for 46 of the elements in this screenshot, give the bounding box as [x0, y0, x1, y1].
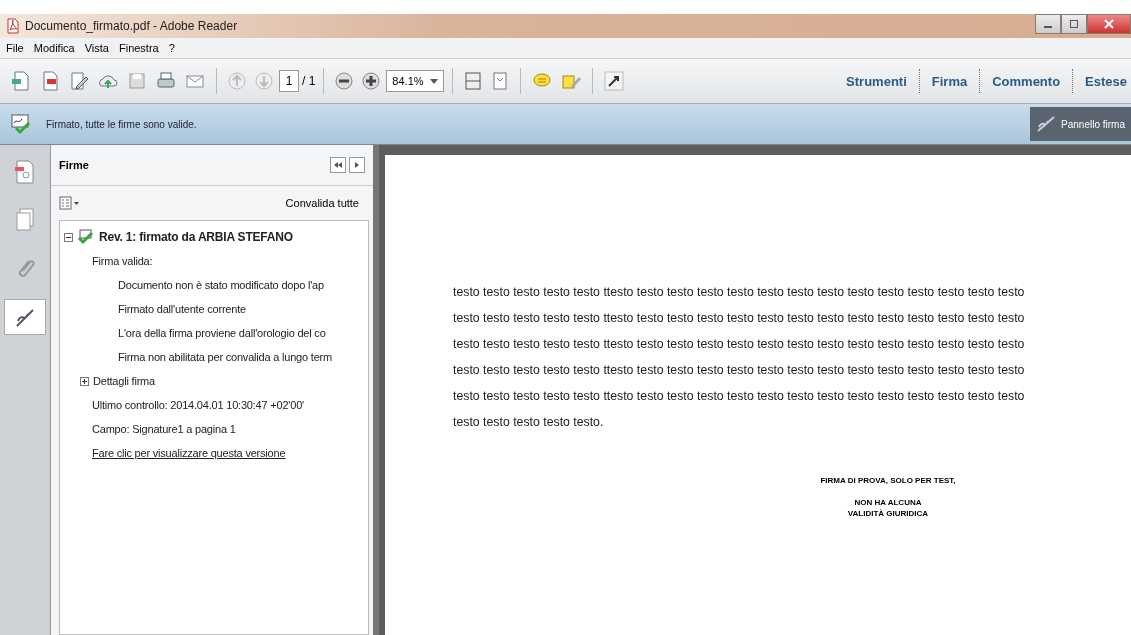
tree-item: L'ora della firma proviene dall'orologio del co [118, 327, 326, 339]
validate-all-button[interactable]: Convalida tutte [279, 196, 365, 210]
options-menu-icon[interactable] [59, 196, 81, 210]
menu-item[interactable]: Modifica [33, 42, 75, 54]
notification-message: Firmato, tutte le firme sono valide. [46, 118, 197, 130]
tree-item: Firma valida: [92, 255, 153, 267]
tree-item: Ultimo controllo: 2014.04.01 10:30:47 +02'00' [92, 399, 304, 411]
expand-right-icon[interactable] [349, 157, 365, 173]
document-paragraph: testo testo testo testo testo ttesto testo testo testo testo testo testo testo testo testo testo testo testo testo testo testo testo testo testo ttesto testo testo testo testo testo testo testo testo testo testo testo testo testo testo testo testo testo testo ttesto testo testo testo testo testo testo testo testo testo testo testo testo testo testo testo testo testo testo ttesto testo testo testo testo testo testo testo testo testo testo testo testo testo testo testo testo testo testo ttesto testo testo testo testo testo testo testo testo testo testo testo testo testo testo testo testo testo testo. [453, 284, 1026, 431]
tree-item[interactable]: Dettagli firma [93, 375, 155, 387]
pane-tab[interactable]: Strumenti [842, 73, 911, 89]
pane-tab[interactable]: Commento [988, 73, 1065, 89]
tree-item: Firmato dall'utente corrente [118, 303, 246, 315]
signature-check-icon [10, 113, 32, 135]
maximize-icon [1069, 19, 1079, 29]
signature-panel-button[interactable]: Pannello firma [1030, 107, 1131, 141]
pane-tab[interactable]: Firma [927, 73, 972, 89]
page-number-field[interactable]: 1 [279, 70, 299, 92]
panel-title: Firme [59, 159, 89, 171]
menu-item[interactable]: File [6, 42, 24, 54]
close-icon [1104, 19, 1114, 29]
collapse-icon[interactable] [64, 232, 73, 242]
pdf-icon [6, 18, 20, 34]
menu-item[interactable]: Finestra [118, 42, 159, 54]
caret-icon [429, 78, 438, 84]
signature-valid-icon [77, 229, 95, 245]
view-version-link[interactable]: Fare clic per visualizzare questa versione [92, 447, 286, 459]
signature-icon [1036, 115, 1057, 133]
menu-item[interactable]: ? [168, 42, 175, 54]
tree-item: Campo: Signature1 a pagina 1 [92, 423, 236, 435]
signature-stamp-text: FIRMA DI PROVA, SOLO PER TEST, NON HA ALCUNA VALIDITÀ GIURIDICA [819, 475, 957, 519]
close-button[interactable] [1087, 14, 1131, 34]
signature-icon[interactable] [4, 299, 46, 335]
expand-icon[interactable] [80, 376, 89, 386]
menu-item[interactable]: Vista [84, 42, 109, 54]
revision-title[interactable]: Rev. 1: firmato da ARBIA STEFANO [99, 230, 293, 244]
maximize-button[interactable] [1061, 14, 1087, 34]
zoom-dropdown[interactable]: 84.1% [386, 70, 444, 92]
minimize-icon [1044, 26, 1052, 28]
pane-tab[interactable]: Estese [1081, 73, 1131, 89]
tree-item: Documento non è stato modificato dopo l'ap [118, 279, 324, 291]
window-title: Documento_firmato.pdf - Adobe Reader [25, 19, 238, 33]
collapse-left-icon[interactable] [330, 157, 346, 173]
minimize-button[interactable] [1035, 14, 1061, 34]
page-total: / 1 [302, 74, 316, 88]
tree-item: Firma non abilitata per convalida a lungo term [118, 351, 332, 363]
